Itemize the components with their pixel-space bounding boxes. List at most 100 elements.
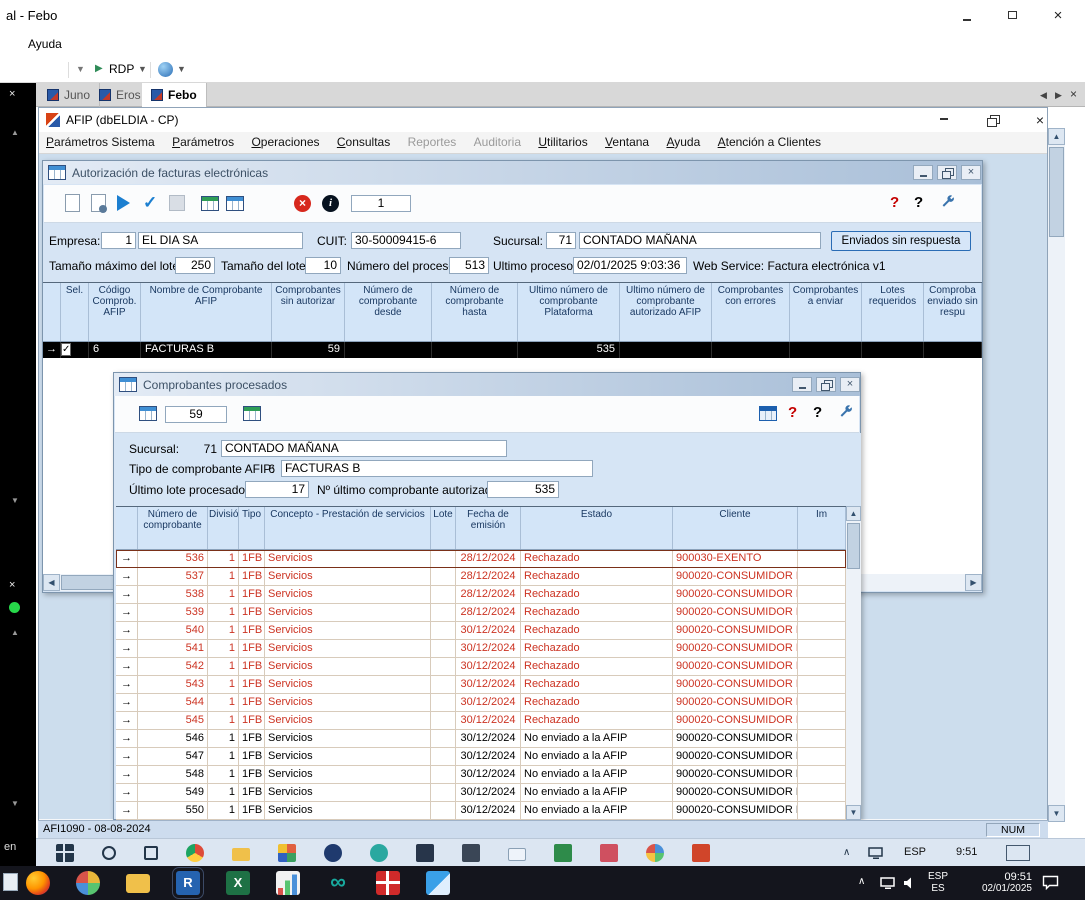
proceso-field[interactable]: 513 bbox=[449, 257, 489, 274]
start-icon[interactable] bbox=[56, 844, 74, 862]
ultimo-proceso-field[interactable]: 02/01/2025 9:03:36 bbox=[573, 257, 687, 274]
tools-icon[interactable] bbox=[838, 404, 854, 420]
panel-scroll-down-icon-2[interactable]: ▼ bbox=[11, 799, 19, 808]
globe-dropdown-icon[interactable]: ▼ bbox=[177, 64, 186, 74]
comprobante-row[interactable]: →53611FBServicios28/12/2024Rechazado9000… bbox=[116, 550, 846, 568]
lote-max-field[interactable]: 250 bbox=[175, 257, 215, 274]
child-minimize-button[interactable] bbox=[792, 377, 812, 392]
grid-view-icon[interactable] bbox=[243, 406, 261, 421]
enviados-sin-respuesta-button[interactable]: Enviados sin respuesta bbox=[831, 231, 971, 251]
sel-cell[interactable]: ✓ bbox=[61, 342, 89, 358]
help-icon[interactable]: ? bbox=[914, 194, 923, 211]
tray-volume-icon[interactable] bbox=[903, 876, 917, 890]
rdp-dropdown-icon[interactable]: ▼ bbox=[138, 64, 147, 74]
ultimo-comprobante-field[interactable]: 535 bbox=[487, 481, 559, 498]
task-view-icon[interactable] bbox=[144, 846, 158, 860]
menu-operaciones[interactable]: Operaciones bbox=[244, 132, 326, 152]
comprobante-row[interactable]: →54611FBServicios30/12/2024No enviado a … bbox=[116, 730, 846, 748]
app-icon-pink[interactable] bbox=[600, 844, 618, 862]
language-indicator[interactable]: ESP ES bbox=[928, 871, 948, 895]
scroll-right-icon[interactable]: ▶ bbox=[965, 574, 982, 591]
run-icon[interactable] bbox=[117, 195, 130, 211]
file-explorer-icon[interactable] bbox=[232, 848, 250, 861]
scroll-thumb[interactable] bbox=[847, 523, 860, 569]
process-counter-field[interactable]: 1 bbox=[351, 195, 411, 212]
scroll-down-icon[interactable]: ▼ bbox=[846, 805, 861, 820]
tab-scroll-right-icon[interactable]: ▶ bbox=[1055, 90, 1062, 101]
facturas-b-row[interactable]: → ✓ 6 FACTURAS B 59 535 bbox=[43, 342, 982, 358]
tab-febo[interactable]: Febo bbox=[142, 83, 207, 107]
connect-icon[interactable]: ▶ bbox=[95, 63, 103, 74]
menu-parametros[interactable]: Parámetros bbox=[165, 132, 241, 152]
afip-close-button[interactable]: × bbox=[1027, 110, 1053, 129]
document-properties-icon[interactable] bbox=[91, 194, 106, 212]
comprobante-row[interactable]: →53911FBServicios28/12/2024Rechazado9000… bbox=[116, 604, 846, 622]
excel-icon[interactable]: X bbox=[226, 871, 250, 895]
scroll-thumb[interactable] bbox=[1049, 147, 1064, 237]
comprobante-row[interactable]: →54211FBServicios30/12/2024Rechazado9000… bbox=[116, 658, 846, 676]
menu-consultas[interactable]: Consultas bbox=[330, 132, 397, 152]
grid-view-icon[interactable] bbox=[201, 196, 219, 211]
calendar-icon[interactable] bbox=[554, 844, 572, 862]
comprobantes-titlebar[interactable]: Comprobantes procesados bbox=[114, 373, 860, 396]
empresa-name-field[interactable]: EL DIA SA bbox=[138, 232, 303, 249]
remote-notification-icon[interactable] bbox=[1006, 845, 1030, 861]
child-close-button[interactable]: × bbox=[840, 377, 860, 392]
minimize-button[interactable] bbox=[945, 0, 989, 30]
infinity-app-icon[interactable]: ∞ bbox=[326, 871, 350, 895]
lote-field[interactable]: 10 bbox=[305, 257, 341, 274]
cuit-field[interactable]: 30-50009415-6 bbox=[351, 232, 461, 249]
design-app-icon[interactable] bbox=[76, 871, 100, 895]
search-icon[interactable] bbox=[102, 846, 116, 860]
empresa-code-field[interactable]: 1 bbox=[101, 232, 136, 249]
comprobante-row[interactable]: →54011FBServicios30/12/2024Rechazado9000… bbox=[116, 622, 846, 640]
help-context-icon[interactable]: ? bbox=[788, 404, 797, 421]
help-icon[interactable]: ? bbox=[813, 404, 822, 421]
cancel-icon[interactable]: × bbox=[294, 195, 311, 212]
tray-display-icon[interactable] bbox=[868, 847, 884, 860]
app-icon-dark[interactable] bbox=[416, 844, 434, 862]
dropdown-caret-icon[interactable]: ▼ bbox=[76, 64, 85, 74]
menu-parametros-sistema[interactable]: Parámetros Sistema bbox=[39, 132, 162, 152]
app-icon-red[interactable] bbox=[692, 844, 710, 862]
comprobante-row[interactable]: →54911FBServicios30/12/2024No enviado a … bbox=[116, 784, 846, 802]
confirm-check-icon[interactable]: ✓ bbox=[143, 193, 157, 213]
child-close-button[interactable]: × bbox=[961, 165, 981, 180]
save-icon[interactable] bbox=[169, 195, 185, 211]
sucursal-name-field[interactable]: CONTADO MAÑANA bbox=[221, 440, 507, 457]
scroll-up-icon[interactable]: ▲ bbox=[846, 506, 861, 521]
autorizacion-titlebar[interactable]: Autorización de facturas electrónicas bbox=[43, 161, 982, 184]
menu-ventana[interactable]: Ventana bbox=[598, 132, 656, 152]
menu-atencion-clientes[interactable]: Atención a Clientes bbox=[711, 132, 828, 152]
scroll-down-icon[interactable]: ▼ bbox=[1048, 805, 1065, 822]
menu-ayuda[interactable]: Ayuda bbox=[28, 37, 62, 51]
remote-clock[interactable]: 9:51 bbox=[956, 846, 977, 858]
sucursal-name-field[interactable]: CONTADO MAÑANA bbox=[579, 232, 821, 249]
firefox-icon[interactable] bbox=[26, 871, 50, 895]
globe-icon[interactable] bbox=[158, 62, 173, 77]
taskbar-doc-icon[interactable] bbox=[3, 873, 18, 891]
child-minimize-button[interactable] bbox=[913, 165, 933, 180]
afip-titlebar[interactable]: AFIP (dbELDIA - CP) × bbox=[39, 108, 1047, 132]
session-vscrollbar[interactable]: ▲ ▼ bbox=[1048, 128, 1065, 822]
tools-icon[interactable] bbox=[940, 194, 956, 210]
tray-chevron-icon[interactable]: ∧ bbox=[858, 876, 865, 887]
comprobante-row[interactable]: →53711FBServicios28/12/2024Rechazado9000… bbox=[116, 568, 846, 586]
comprobante-row[interactable]: →54711FBServicios30/12/2024No enviado a … bbox=[116, 748, 846, 766]
child-restore-button[interactable] bbox=[937, 165, 957, 180]
tray-display-icon[interactable] bbox=[880, 877, 896, 890]
camera-app-icon[interactable] bbox=[370, 844, 388, 862]
comprobante-row[interactable]: →53811FBServicios28/12/2024Rechazado9000… bbox=[116, 586, 846, 604]
comprobante-row[interactable]: →54411FBServicios30/12/2024Rechazado9000… bbox=[116, 694, 846, 712]
comprobante-row[interactable]: →55011FBServicios30/12/2024No enviado a … bbox=[116, 802, 846, 820]
grid-app-icon[interactable] bbox=[376, 871, 400, 895]
panel-close-icon[interactable]: × bbox=[9, 88, 15, 100]
checkbox-checked-icon[interactable]: ✓ bbox=[61, 343, 71, 356]
child-restore-button[interactable] bbox=[816, 377, 836, 392]
chrome-icon[interactable] bbox=[186, 844, 204, 862]
tab-close-icon[interactable]: × bbox=[1070, 87, 1077, 101]
erp-app-icon[interactable]: R bbox=[176, 871, 200, 895]
maximize-button[interactable] bbox=[990, 0, 1034, 30]
clock[interactable]: 09:51 02/01/2025 bbox=[958, 871, 1032, 895]
sucursal-code-field[interactable]: 71 bbox=[546, 232, 576, 249]
